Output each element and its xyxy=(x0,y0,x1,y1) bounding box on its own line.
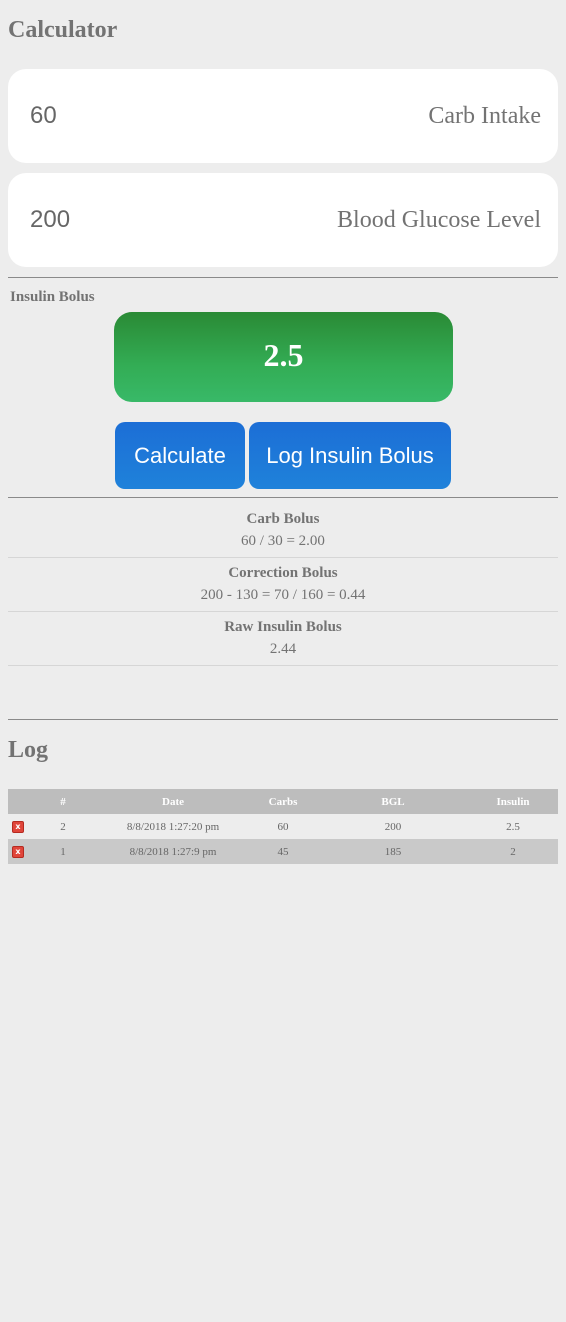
delete-icon[interactable]: x xyxy=(12,845,24,858)
entry-bgl: 185 xyxy=(318,839,468,864)
page-title: Calculator xyxy=(8,17,118,43)
correction-bolus-row: Correction Bolus 200 - 130 = 70 / 160 = … xyxy=(8,558,558,612)
divider xyxy=(8,277,558,278)
correction-bolus-value: 200 - 130 = 70 / 160 = 0.44 xyxy=(200,587,366,603)
column-header-bgl: BGL xyxy=(318,789,468,814)
entry-number: 2 xyxy=(28,814,98,839)
blood-glucose-input[interactable] xyxy=(30,173,290,267)
blood-glucose-label: Blood Glucose Level xyxy=(337,207,541,233)
raw-insulin-bolus-row: Raw Insulin Bolus 2.44 xyxy=(8,612,558,666)
insulin-bolus-label: Insulin Bolus xyxy=(10,289,95,305)
table-row: x 2 8/8/2018 1:27:20 pm 60 200 2.5 xyxy=(8,814,558,839)
entry-insulin: 2.5 xyxy=(468,814,558,839)
carb-intake-field[interactable]: Carb Intake xyxy=(8,69,558,163)
column-header-date: Date xyxy=(98,789,248,814)
carb-intake-label: Carb Intake xyxy=(428,103,541,129)
carb-bolus-value: 60 / 30 = 2.00 xyxy=(241,533,325,549)
column-header-number: # xyxy=(28,789,98,814)
calculate-button[interactable]: Calculate xyxy=(115,422,245,489)
column-header-insulin: Insulin xyxy=(468,789,558,814)
delete-cell: x xyxy=(8,839,28,864)
divider xyxy=(8,719,558,720)
entry-date: 8/8/2018 1:27:20 pm xyxy=(98,814,248,839)
raw-insulin-bolus-value: 2.44 xyxy=(269,641,297,657)
log-header-row: # Date Carbs BGL Insulin xyxy=(8,789,558,814)
entry-carbs: 45 xyxy=(248,839,318,864)
correction-bolus-title: Correction Bolus xyxy=(228,565,338,581)
entry-number: 1 xyxy=(28,839,98,864)
log-table: # Date Carbs BGL Insulin x 2 8/8/2018 1:… xyxy=(8,789,558,864)
entry-insulin: 2 xyxy=(468,839,558,864)
blood-glucose-field[interactable]: Blood Glucose Level xyxy=(8,173,558,267)
carb-bolus-title: Carb Bolus xyxy=(246,511,320,527)
table-row: x 1 8/8/2018 1:27:9 pm 45 185 2 xyxy=(8,839,558,864)
insulin-bolus-display: 2.5 xyxy=(114,312,453,402)
entry-bgl: 200 xyxy=(318,814,468,839)
entry-date: 8/8/2018 1:27:9 pm xyxy=(98,839,248,864)
delete-cell: x xyxy=(8,814,28,839)
log-title: Log xyxy=(8,737,49,763)
column-header-carbs: Carbs xyxy=(248,789,318,814)
log-insulin-bolus-button[interactable]: Log Insulin Bolus xyxy=(249,422,451,489)
column-header-delete xyxy=(8,789,28,814)
raw-insulin-bolus-title: Raw Insulin Bolus xyxy=(224,619,342,635)
entry-carbs: 60 xyxy=(248,814,318,839)
bolus-breakdown: Carb Bolus 60 / 30 = 2.00 Correction Bol… xyxy=(8,504,558,666)
delete-icon[interactable]: x xyxy=(12,820,24,833)
carb-bolus-row: Carb Bolus 60 / 30 = 2.00 xyxy=(8,504,558,558)
carb-intake-input[interactable] xyxy=(30,69,290,163)
divider xyxy=(8,497,558,498)
